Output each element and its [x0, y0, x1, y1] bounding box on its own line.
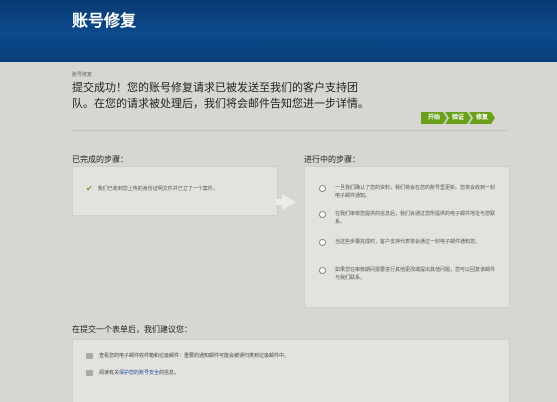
main-content: 账号修复 提交成功！您的账号修复请求已被发送至我们的客户支持团队。在您的请求被处… [0, 62, 557, 402]
page-header: 账号修复 [0, 0, 557, 62]
pending-radio-icon [319, 267, 326, 274]
in-progress-step-text: 如果您在审核期间需要进行其他更改或提出其他问题，您可以回复该邮件与我们联系。 [335, 267, 496, 281]
progress-step-start: 开始 [421, 112, 447, 124]
completed-steps-box: ✔ 我们已收到您上传的身份证明文件并已立了一个案件。 [72, 166, 278, 216]
completed-steps-title: 已完成的步骤： [72, 155, 128, 164]
progress-step-repair: 修复 [469, 112, 495, 124]
confirmation-message: 提交成功！您的账号修复请求已被发送至我们的客户支持团队。在您的请求被处理后，我们… [72, 81, 369, 110]
progress-steps: 开始 验证 修复 [421, 112, 493, 124]
in-progress-step-text: 一旦我们确认了您的资料，我们将会在您的账号里更新。您将会收到一封电子邮件通知。 [335, 185, 496, 199]
recommend-text: 查看您的电子邮件收件箱和垃圾邮件：重要的通知邮件可能会被误归类到垃圾邮件中。 [99, 353, 290, 359]
in-progress-step-item: 一旦我们确认了您的资料，我们将会在您的账号里更新。您将会收到一封电子邮件通知。 [319, 184, 499, 200]
in-progress-steps-title: 进行中的步骤： [304, 155, 360, 164]
pending-radio-icon [319, 211, 326, 218]
check-icon: ✔ [86, 184, 93, 193]
recommend-title: 在提交一个表单后，我们建议您： [72, 325, 192, 334]
account-security-link[interactable]: 保护您的账号安全 [119, 369, 159, 376]
breadcrumb: 账号修复 [72, 72, 93, 78]
recommend-text-suffix: 的信息。 [159, 370, 180, 376]
document-icon [86, 369, 93, 376]
in-progress-step-item: 如果您在审核期间需要进行其他更改或提出其他问题，您可以回复该邮件与我们联系。 [319, 266, 499, 282]
arrow-right-icon [282, 194, 296, 210]
recommend-item-email: 查看您的电子邮件收件箱和垃圾邮件：重要的通知邮件可能会被误归类到垃圾邮件中。 [86, 352, 289, 359]
in-progress-step-item: 在我们审核您提供的信息后，我们会通过您所提供的电子邮件地址与您联系。 [319, 210, 499, 226]
pending-radio-icon [319, 239, 326, 246]
mail-icon [86, 352, 93, 359]
recommend-item-security: 阅读有关 保护您的账号安全 的信息。 [86, 369, 179, 376]
completed-step-text: 我们已收到您上传的身份证明文件并已立了一个案件。 [97, 186, 218, 192]
recommend-text-prefix: 阅读有关 [99, 370, 120, 376]
in-progress-step-text: 在我们审核您提供的信息后，我们会通过您所提供的电子邮件地址与您联系。 [335, 211, 496, 225]
pending-radio-icon [319, 185, 326, 192]
in-progress-step-text: 当这些步骤完成时，客户支持代表将会通过一封电子邮件通知您。 [335, 239, 481, 245]
page-title: 账号修复 [72, 11, 137, 30]
progress-step-verify: 验证 [445, 112, 471, 124]
in-progress-step-item: 当这些步骤完成时，客户支持代表将会通过一封电子邮件通知您。 [319, 238, 499, 246]
in-progress-steps-box: 一旦我们确认了您的资料，我们将会在您的账号里更新。您将会收到一封电子邮件通知。 … [304, 166, 510, 308]
divider [72, 130, 508, 131]
completed-step-item: ✔ 我们已收到您上传的身份证明文件并已立了一个案件。 [86, 184, 218, 193]
